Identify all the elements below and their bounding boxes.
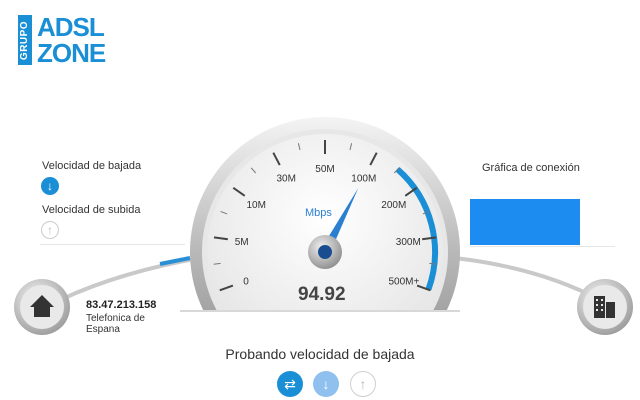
client-ip-address: 83.47.213.158 [86, 299, 157, 311]
left-connection-track [59, 256, 201, 302]
isp-name-line1: Telefonica de [86, 313, 145, 324]
gauge-hub-center [318, 245, 332, 259]
gauge-speed-value: 94.92 [298, 284, 346, 305]
isp-name-line2: Espana [86, 324, 120, 335]
gauge-tick-label: 300M [396, 237, 421, 248]
download-test-button[interactable]: ↓ [313, 371, 339, 397]
right-connection-track [454, 256, 601, 302]
gauge-tick-label: 5M [235, 237, 249, 248]
speedometer-graphic: 0 5M 10M 30M 50M 100M 200M 300M 500M+ [14, 117, 633, 335]
arrow-up-icon: ↑ [359, 376, 367, 392]
test-status-text: Probando velocidad de bajada [225, 346, 415, 362]
gauge-baseline [180, 310, 460, 312]
gauge-tick-label: 200M [381, 200, 406, 211]
arrow-down-icon: ↓ [322, 376, 330, 392]
upload-test-button[interactable]: ↑ [350, 371, 376, 397]
gauge-tick-label: 0 [243, 277, 249, 288]
gauge-tick-label: 50M [315, 164, 334, 175]
gauge-unit: Mbps [305, 207, 332, 219]
swap-icon: ⇄ [284, 376, 296, 392]
gauge-tick-label: 30M [276, 173, 295, 184]
gauge-tick-label: 10M [246, 200, 265, 211]
gauge-tick-label: 500M+ [389, 277, 420, 288]
gauge-tick-label: 100M [351, 173, 376, 184]
swap-direction-button[interactable]: ⇄ [277, 371, 303, 397]
